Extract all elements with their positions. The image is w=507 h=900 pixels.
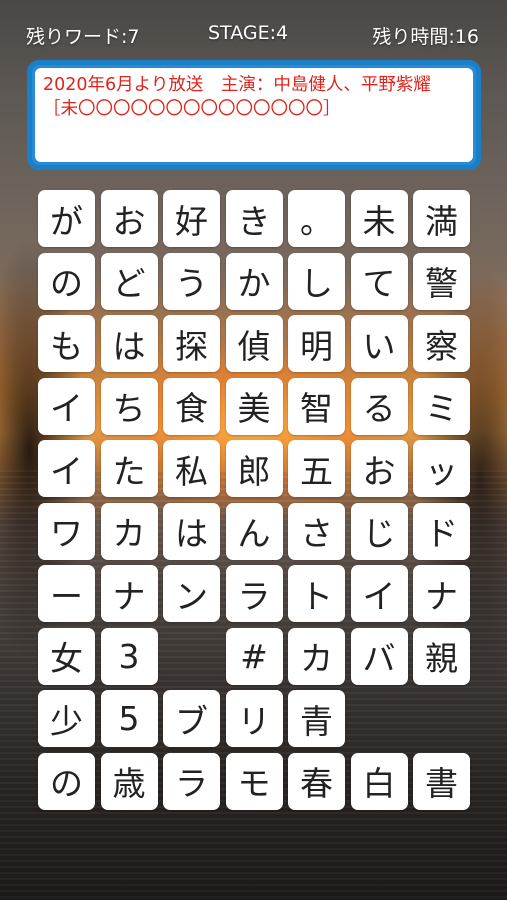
- letter-tile[interactable]: 白: [350, 752, 408, 810]
- letter-tile[interactable]: の: [38, 252, 95, 310]
- letter-tile[interactable]: ラ: [163, 752, 220, 810]
- letter-tile[interactable]: 親: [413, 627, 470, 685]
- letter-tile[interactable]: 。: [288, 190, 345, 247]
- letter-tile[interactable]: ン: [163, 565, 220, 622]
- letter-tile[interactable]: イ: [38, 377, 95, 435]
- letter-tile[interactable]: か: [225, 252, 283, 310]
- letter-tile[interactable]: ー: [38, 565, 95, 622]
- letter-tile[interactable]: 偵: [225, 315, 283, 372]
- letter-tile[interactable]: う: [163, 252, 220, 310]
- letter-tile[interactable]: ち: [100, 377, 158, 435]
- letter-tile[interactable]: 歳: [100, 752, 158, 810]
- letter-tile[interactable]: 食: [163, 377, 220, 435]
- letter-tile[interactable]: は: [100, 315, 158, 372]
- letter-tile[interactable]: イ: [350, 565, 408, 622]
- letter-tile[interactable]: 満: [413, 190, 470, 247]
- letter-board: がお好き。未満のどうかして警もは探偵明い察イち食美智るミイた私郎五おッワカはんさ…: [38, 190, 470, 810]
- letter-tile[interactable]: じ: [350, 502, 408, 560]
- letter-tile[interactable]: 智: [288, 377, 345, 435]
- letter-tile[interactable]: リ: [225, 690, 283, 747]
- letter-tile[interactable]: の: [38, 752, 95, 810]
- letter-tile[interactable]: イ: [38, 440, 95, 497]
- letter-tile[interactable]: 女: [38, 627, 95, 685]
- remaining-time-counter: 残り時間:16: [372, 26, 479, 48]
- letter-tile[interactable]: お: [100, 190, 158, 247]
- letter-tile[interactable]: 未: [350, 190, 408, 247]
- letter-tile[interactable]: は: [163, 502, 220, 560]
- letter-tile[interactable]: 好: [163, 190, 220, 247]
- letter-tile[interactable]: た: [100, 440, 158, 497]
- letter-tile[interactable]: カ: [288, 627, 345, 685]
- letter-tile[interactable]: ワ: [38, 502, 95, 560]
- letter-tile[interactable]: ド: [413, 502, 470, 560]
- status-bar: 残りワード:7 STAGE:4 残り時間:16: [0, 22, 507, 56]
- letter-tile[interactable]: 書: [413, 752, 470, 810]
- letter-tile[interactable]: ラ: [225, 565, 283, 622]
- letter-tile[interactable]: 明: [288, 315, 345, 372]
- letter-tile[interactable]: カ: [100, 502, 158, 560]
- letter-tile[interactable]: ミ: [413, 377, 470, 435]
- stage-indicator: STAGE:4: [208, 22, 289, 44]
- letter-tile[interactable]: #: [225, 627, 283, 685]
- letter-tile[interactable]: も: [38, 315, 95, 372]
- letter-tile[interactable]: 私: [163, 440, 220, 497]
- letter-tile[interactable]: ど: [100, 252, 158, 310]
- letter-tile[interactable]: 五: [288, 440, 345, 497]
- letter-tile[interactable]: 察: [413, 315, 470, 372]
- letter-tile[interactable]: ッ: [413, 440, 470, 497]
- remaining-words-counter: 残りワード:7: [26, 26, 140, 48]
- letter-tile[interactable]: モ: [225, 752, 283, 810]
- letter-tile[interactable]: バ: [350, 627, 408, 685]
- letter-tile[interactable]: ん: [225, 502, 283, 560]
- letter-tile[interactable]: る: [350, 377, 408, 435]
- letter-tile[interactable]: 3: [100, 627, 158, 685]
- letter-tile[interactable]: ブ: [163, 690, 220, 747]
- empty-cell: [351, 690, 408, 747]
- letter-tile[interactable]: さ: [288, 502, 345, 560]
- letter-tile[interactable]: き: [225, 190, 283, 247]
- empty-cell: [163, 628, 220, 685]
- letter-tile[interactable]: 5: [100, 690, 158, 747]
- letter-tile[interactable]: 青: [288, 690, 345, 747]
- empty-cell: [413, 690, 470, 747]
- letter-tile[interactable]: お: [350, 440, 408, 497]
- letter-tile[interactable]: て: [350, 252, 408, 310]
- letter-tile[interactable]: 春: [288, 752, 345, 810]
- letter-tile[interactable]: ナ: [413, 565, 470, 622]
- hint-panel: 2020年6月より放送 主演：中島健人、平野紫耀［未〇〇〇〇〇〇〇〇〇〇〇〇〇〇…: [27, 60, 481, 170]
- letter-tile[interactable]: 美: [225, 377, 283, 435]
- letter-tile[interactable]: し: [288, 252, 345, 310]
- letter-tile[interactable]: 少: [38, 690, 95, 747]
- letter-tile[interactable]: 郎: [225, 440, 283, 497]
- letter-tile[interactable]: ナ: [100, 565, 158, 622]
- letter-tile[interactable]: が: [38, 190, 95, 247]
- letter-tile[interactable]: い: [350, 315, 408, 372]
- letter-tile[interactable]: 探: [163, 315, 220, 372]
- letter-tile[interactable]: 警: [413, 252, 470, 310]
- letter-tile[interactable]: ト: [288, 565, 345, 622]
- hint-text: 2020年6月より放送 主演：中島健人、平野紫耀［未〇〇〇〇〇〇〇〇〇〇〇〇〇〇…: [35, 68, 473, 162]
